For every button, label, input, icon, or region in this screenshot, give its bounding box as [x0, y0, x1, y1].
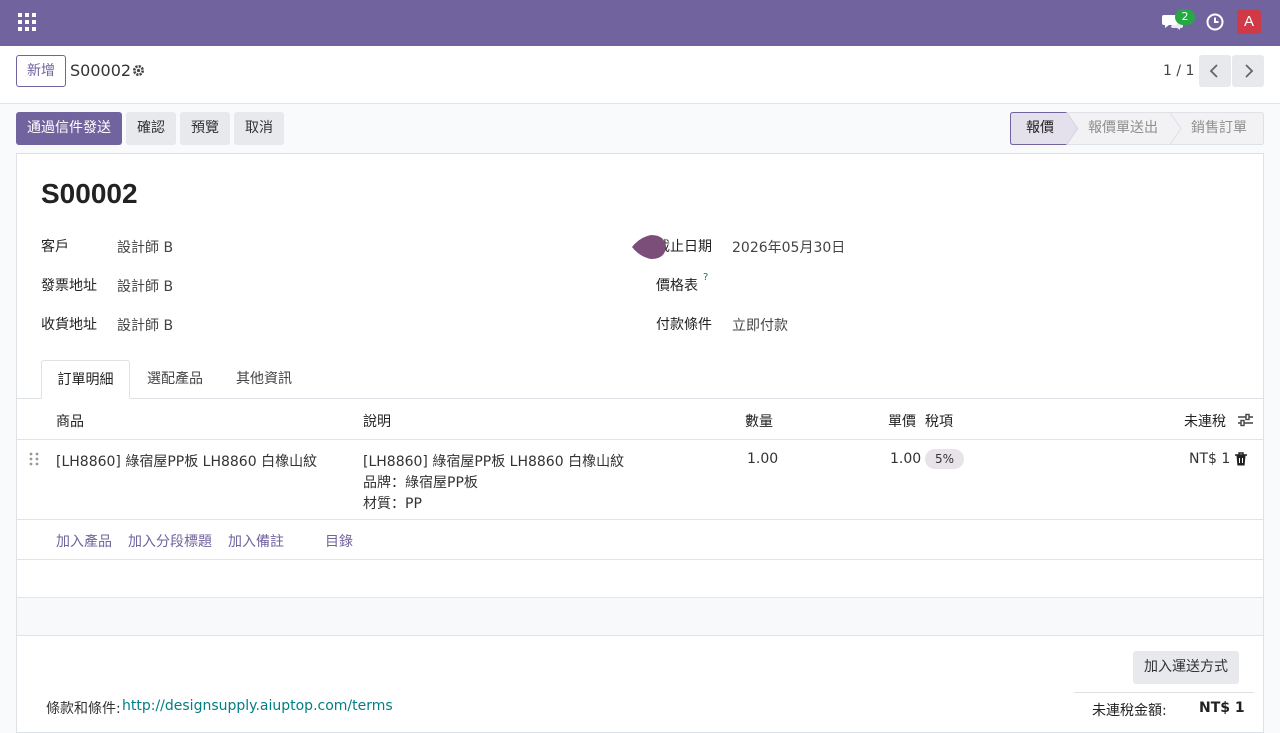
breadcrumb-record-name: S00002	[70, 61, 132, 80]
line-quantity[interactable]: 1.00	[747, 451, 778, 467]
column-header-subtotal[interactable]: 未連稅	[1184, 411, 1226, 431]
cursor-blob-icon	[632, 235, 666, 259]
payment-terms-label: 付款條件	[656, 317, 712, 333]
table-row-divider	[17, 635, 1263, 636]
messages-count-badge: 2	[1175, 9, 1195, 25]
column-settings-icon[interactable]	[1238, 413, 1253, 427]
tab-optional-products[interactable]: 選配產品	[138, 360, 212, 399]
column-header-description[interactable]: 說明	[363, 411, 391, 431]
status-stage-quotation[interactable]: 報價	[1026, 112, 1054, 145]
preview-button[interactable]: 預覽	[180, 112, 230, 145]
top-navbar: 2 A	[0, 0, 1280, 46]
delivery-address-label: 收貨地址	[41, 317, 97, 333]
chevron-left-icon	[1209, 64, 1218, 78]
order-title: S00002	[41, 178, 138, 209]
customer-field[interactable]: 設計師 B	[117, 237, 173, 257]
add-section-link[interactable]: 加入分段標題	[128, 531, 212, 551]
tab-order-lines[interactable]: 訂單明細	[41, 360, 130, 399]
line-product[interactable]: [LH8860] 綠宿屋PP板 LH8860 白橡山紋	[56, 451, 317, 471]
pricelist-label: 價格表	[656, 278, 698, 294]
cancel-button[interactable]: 取消	[234, 112, 284, 145]
add-product-link[interactable]: 加入產品	[56, 531, 112, 551]
payment-terms-field[interactable]: 立即付款	[732, 315, 788, 335]
status-bar: 報價 報價單送出 銷售訂單	[1010, 112, 1264, 145]
trash-icon[interactable]	[1235, 452, 1247, 466]
column-header-unit-price[interactable]: 單價	[888, 411, 916, 431]
confirm-button[interactable]: 確認	[126, 112, 176, 145]
line-description-2[interactable]: 品牌：綠宿屋PP板	[363, 472, 478, 492]
pager-value[interactable]: 1 / 1	[1163, 63, 1194, 79]
customer-label: 客戶	[41, 239, 69, 255]
line-tax-badge[interactable]: 5%	[925, 449, 964, 469]
terms-link[interactable]: http://designsupply.aiuptop.com/terms	[122, 698, 393, 714]
control-panel: 新增 S00002 1 / 1	[0, 46, 1280, 104]
gear-icon[interactable]	[132, 64, 145, 77]
line-subtotal: NT$ 1	[1189, 451, 1231, 467]
terms-label: 條款和條件:	[46, 701, 121, 717]
catalog-link[interactable]: 目錄	[325, 531, 353, 551]
table-header-divider	[17, 439, 1263, 440]
add-shipping-button[interactable]: 加入運送方式	[1133, 651, 1239, 684]
invoice-address-label: 發票地址	[41, 278, 97, 294]
add-note-link[interactable]: 加入備註	[228, 531, 284, 551]
line-description-3[interactable]: 材質：PP	[363, 493, 422, 513]
table-row-divider	[17, 519, 1263, 520]
column-header-quantity[interactable]: 數量	[745, 411, 773, 431]
chevron-right-icon	[1245, 64, 1254, 78]
empty-table-row	[17, 598, 1263, 636]
expiration-date-field[interactable]: 2026年05月30日	[732, 237, 845, 257]
column-header-taxes[interactable]: 稅項	[925, 411, 953, 431]
empty-table-row	[17, 560, 1263, 598]
new-record-button[interactable]: 新增	[16, 55, 66, 87]
line-description-1[interactable]: [LH8860] 綠宿屋PP板 LH8860 白橡山紋	[363, 451, 624, 471]
delivery-address-field[interactable]: 設計師 B	[117, 315, 173, 335]
help-tooltip-icon[interactable]: ?	[703, 272, 708, 283]
column-header-product[interactable]: 商品	[56, 411, 84, 431]
tab-other-info[interactable]: 其他資訊	[227, 360, 301, 399]
send-by-email-button[interactable]: 通過信件發送	[16, 112, 122, 145]
drag-handle-icon[interactable]	[29, 452, 39, 466]
pager-next-button[interactable]	[1232, 55, 1264, 87]
invoice-address-field[interactable]: 設計師 B	[117, 276, 173, 296]
apps-menu-icon[interactable]	[18, 13, 36, 31]
activity-clock-icon[interactable]	[1206, 13, 1224, 31]
pager-previous-button[interactable]	[1199, 55, 1231, 87]
status-stage-quotation-sent[interactable]: 報價單送出	[1088, 112, 1158, 145]
user-avatar[interactable]: A	[1237, 10, 1261, 34]
line-unit-price[interactable]: 1.00	[890, 451, 921, 467]
untaxed-amount-value: NT$ 1	[1199, 700, 1245, 716]
totals-divider	[1074, 692, 1254, 693]
untaxed-amount-label: 未連稅金額:	[1092, 703, 1167, 719]
status-stage-sales-order[interactable]: 銷售訂單	[1191, 112, 1247, 145]
